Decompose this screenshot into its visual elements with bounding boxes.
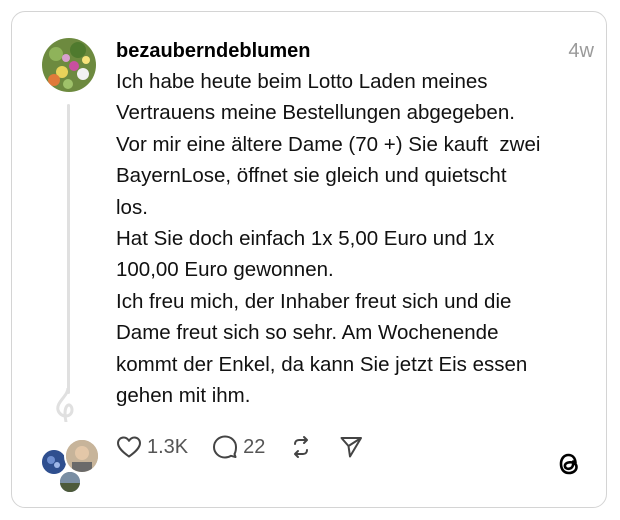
reply-avatar xyxy=(64,438,100,474)
post-text-line: los. xyxy=(116,195,148,219)
share-button[interactable] xyxy=(339,435,363,459)
username-link[interactable]: bezauberndeblumen xyxy=(116,38,310,64)
post-text-line: Hat Sie doch einfach 1x 5,00 Euro und 1x xyxy=(116,227,495,251)
post-text-line: Ich habe heute beim Lotto Laden meines xyxy=(116,70,488,93)
reply-button[interactable]: 22 xyxy=(212,434,265,460)
thread-loop-icon xyxy=(56,388,74,422)
reply-avatar xyxy=(58,470,82,494)
post-text-line: kommt der Enkel, da kann Sie jetzt Eis e… xyxy=(116,352,528,376)
repost-button[interactable] xyxy=(289,435,313,459)
reply-avatars[interactable] xyxy=(38,438,102,494)
avatar[interactable] xyxy=(42,38,96,92)
post-text-line: Dame freut sich so sehr. Am Wochenende xyxy=(116,321,499,345)
thread-line xyxy=(67,104,70,394)
post-text-line: 100,00 Euro gewonnen. xyxy=(116,258,334,282)
send-icon xyxy=(340,437,363,458)
repost-icon xyxy=(294,436,309,458)
reply-count: 22 xyxy=(243,435,266,458)
post-actions: 1.3K 22 xyxy=(116,433,363,461)
post-text-line: gehen mit ihm. xyxy=(116,384,251,408)
comment-bubble-icon xyxy=(213,435,238,459)
post-text-line: Vertrauens meine Bestellungen abgegeben. xyxy=(116,101,515,125)
post-text-line: Vor mir eine ältere Dame (70 +) Sie kauf… xyxy=(116,132,541,156)
post-text: Ich habe heute beim Lotto Laden meines V… xyxy=(116,66,591,411)
post-text-line: Ich freu mich, der Inhaber freut sich un… xyxy=(116,289,512,313)
threads-logo-icon[interactable] xyxy=(556,450,582,478)
post-text-line: BayernLose, öffnet sie gleich und quiets… xyxy=(116,164,507,188)
like-button[interactable]: 1.3K xyxy=(116,435,188,459)
like-count: 1.3K xyxy=(147,435,189,458)
heart-icon xyxy=(117,436,141,458)
post-timestamp[interactable]: 4w xyxy=(568,38,594,64)
